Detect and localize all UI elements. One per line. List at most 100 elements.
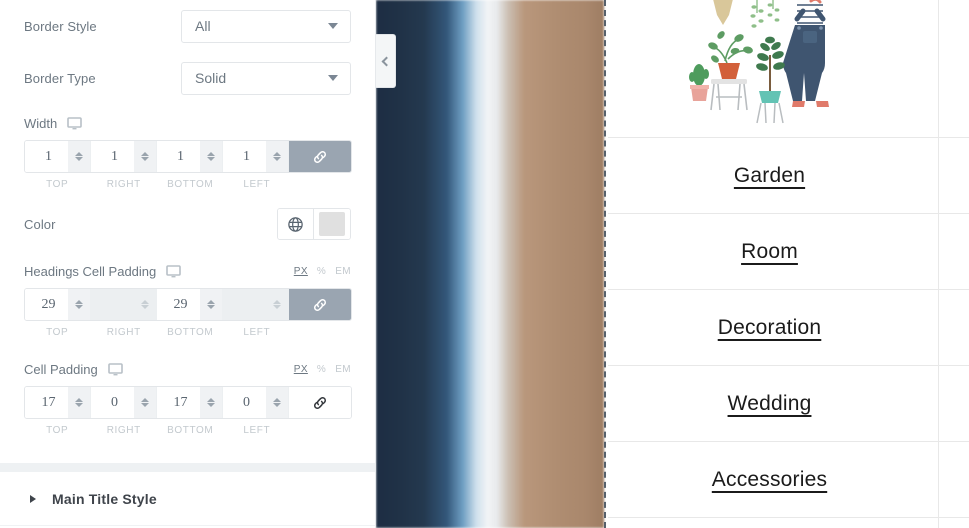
width-left-stepper[interactable]: [266, 141, 288, 172]
cell-padding-right-cell[interactable]: 0: [91, 387, 157, 418]
width-bottom-cell[interactable]: 1: [157, 141, 223, 172]
headings-padding-right-label: RIGHT: [106, 327, 141, 338]
unit-px[interactable]: PX: [294, 364, 308, 375]
color-swatch-button[interactable]: [314, 209, 350, 239]
width-label: Width: [24, 115, 58, 131]
menu-link-wedding[interactable]: Wedding: [728, 392, 812, 416]
menu-link-accessories[interactable]: Accessories: [712, 468, 827, 492]
border-style-select[interactable]: All: [181, 9, 351, 43]
unit-percent[interactable]: %: [317, 364, 326, 375]
unit-percent[interactable]: %: [317, 266, 326, 277]
cell-padding-label-group: Cell Padding: [24, 362, 123, 377]
table-row: Accessories: [608, 442, 969, 518]
width-left-cell[interactable]: 1: [223, 141, 289, 172]
border-type-row: Border Type Solid: [0, 52, 375, 104]
gardener-illustration: [688, 0, 829, 124]
globe-icon[interactable]: [278, 209, 314, 239]
cell-padding-control: Cell Padding PX % EM 17 0 17 0 TOP RIGHT…: [0, 352, 375, 436]
headings-padding-right-cell: [91, 289, 157, 320]
border-type-select[interactable]: Solid: [181, 61, 351, 95]
color-row: Color: [0, 198, 375, 250]
table-preview: Garden Room Decoration Wedding Accessori…: [608, 0, 969, 528]
cell-padding-bottom-stepper[interactable]: [200, 387, 222, 418]
border-style-label: Border Style: [24, 18, 97, 34]
headings-padding-top-cell[interactable]: 29: [25, 289, 91, 320]
cell-padding-bottom-cell[interactable]: 17: [157, 387, 223, 418]
selection-guide-line: [604, 0, 606, 528]
border-style-value: All: [195, 18, 211, 34]
headings-cell-padding-label: Headings Cell Padding: [24, 263, 157, 279]
headings-padding-right-stepper: [134, 289, 156, 320]
section-divider: [0, 463, 375, 472]
main-title-style-section[interactable]: Main Title Style: [0, 472, 375, 526]
headings-padding-bottom-cell[interactable]: 29: [157, 289, 223, 320]
table-row: Room: [608, 214, 969, 290]
unit-em[interactable]: EM: [335, 266, 351, 277]
main-title-style-label: Main Title Style: [52, 490, 157, 507]
border-type-label: Border Type: [24, 70, 96, 86]
width-bottom-stepper[interactable]: [200, 141, 222, 172]
chevron-down-icon: [328, 75, 338, 81]
cell-padding-top-cell[interactable]: 17: [25, 387, 91, 418]
width-top-stepper[interactable]: [68, 141, 90, 172]
width-bottom-value: 1: [177, 148, 184, 164]
cell-padding-top-value: 17: [41, 394, 56, 410]
headings-padding-left-stepper: [266, 289, 288, 320]
menu-link-decoration[interactable]: Decoration: [718, 316, 822, 340]
color-swatch: [319, 212, 345, 236]
color-label: Color: [24, 216, 56, 232]
cell-padding-label: Cell Padding: [24, 361, 98, 377]
headings-cell-padding-label-group: Headings Cell Padding: [24, 263, 182, 279]
unit-em[interactable]: EM: [335, 364, 351, 375]
triangle-right-icon: [30, 494, 36, 503]
headings-padding-bottom-value: 29: [173, 296, 188, 312]
cell-padding-top-stepper[interactable]: [68, 387, 90, 418]
desktop-monitor-icon[interactable]: [166, 264, 182, 278]
cell-padding-inputs: 17 0 17 0: [24, 386, 352, 419]
cell-padding-link-values-button[interactable]: [289, 387, 351, 418]
width-left-label: LEFT: [243, 179, 271, 190]
chevron-left-icon: [381, 56, 392, 66]
color-control: [277, 208, 351, 240]
table-row: Decoration: [608, 290, 969, 366]
headings-padding-link-values-button[interactable]: [289, 289, 351, 320]
width-right-cell[interactable]: 1: [91, 141, 157, 172]
cell-padding-side-labels: TOP RIGHT BOTTOM LEFT: [24, 425, 352, 436]
headings-padding-bottom-label: BOTTOM: [167, 327, 214, 338]
headings-cell-padding-units: PX % EM: [294, 266, 351, 277]
headings-padding-left-label: LEFT: [243, 327, 271, 338]
unit-px[interactable]: PX: [294, 266, 308, 277]
cell-padding-left-label: LEFT: [243, 425, 271, 436]
cell-padding-right-label: RIGHT: [106, 425, 141, 436]
collapse-panel-handle[interactable]: [376, 34, 396, 88]
cell-padding-right-stepper[interactable]: [134, 387, 156, 418]
menu-link-room[interactable]: Room: [741, 240, 798, 264]
width-control: Width 1 1 1 1 TOP RIGHT BOTTOM LEFT: [0, 106, 375, 190]
headings-cell-padding-control: Headings Cell Padding PX % EM 29 29 TOP …: [0, 254, 375, 338]
width-inputs: 1 1 1 1: [24, 140, 352, 173]
desktop-monitor-icon[interactable]: [67, 116, 83, 130]
headings-padding-bottom-stepper[interactable]: [200, 289, 222, 320]
background-photo-strip: [376, 0, 604, 528]
cell-padding-top-label: TOP: [46, 425, 69, 436]
headings-padding-top-stepper[interactable]: [68, 289, 90, 320]
border-type-value: Solid: [195, 70, 227, 86]
width-right-label: RIGHT: [106, 179, 141, 190]
preview-canvas: Garden Room Decoration Wedding Accessori…: [376, 0, 969, 528]
headings-cell-padding-header: Headings Cell Padding PX % EM: [24, 254, 351, 288]
cell-padding-left-cell[interactable]: 0: [223, 387, 289, 418]
desktop-monitor-icon[interactable]: [107, 362, 123, 376]
width-link-values-button[interactable]: [289, 141, 351, 172]
cell-padding-right-value: 0: [111, 394, 118, 410]
width-left-value: 1: [243, 148, 250, 164]
width-top-cell[interactable]: 1: [25, 141, 91, 172]
menu-link-garden[interactable]: Garden: [734, 164, 805, 188]
width-right-stepper[interactable]: [134, 141, 156, 172]
width-bottom-label: BOTTOM: [167, 179, 214, 190]
menu-table: Garden Room Decoration Wedding Accessori…: [608, 0, 969, 528]
width-side-labels: TOP RIGHT BOTTOM LEFT: [24, 179, 352, 190]
table-row: Wedding: [608, 366, 969, 442]
settings-panel: Border Style All Border Type Solid Width: [0, 0, 376, 528]
cell-padding-bottom-label: BOTTOM: [167, 425, 214, 436]
cell-padding-left-stepper[interactable]: [266, 387, 288, 418]
